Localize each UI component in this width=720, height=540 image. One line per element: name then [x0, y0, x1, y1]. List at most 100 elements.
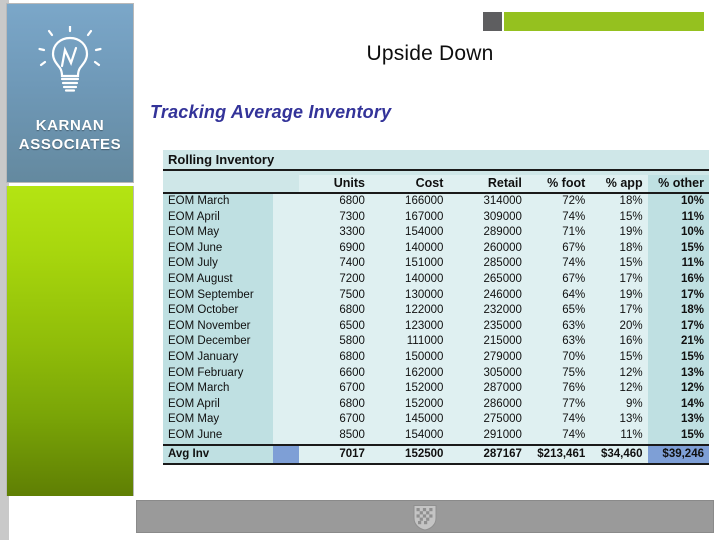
- table-cell: 6700: [299, 381, 370, 397]
- table-cell: 151000: [369, 256, 449, 272]
- table-cell: 154000: [369, 427, 449, 445]
- table-cell: 6500: [299, 318, 370, 335]
- total-cell: $39,246: [647, 443, 709, 465]
- table-title-row: Rolling Inventory: [163, 150, 709, 171]
- total-cell: 7017: [299, 443, 370, 465]
- table-cell: 279000: [448, 349, 527, 366]
- row-label: EOM June: [163, 427, 274, 445]
- table-cell: 13%: [647, 412, 709, 428]
- table-cell: 72%: [526, 193, 591, 210]
- row-gap-cell: [273, 318, 300, 335]
- row-label: EOM April: [163, 209, 274, 226]
- total-cell: 287167: [448, 443, 527, 465]
- table-cell: 13%: [647, 365, 709, 382]
- table-cell: 7200: [299, 271, 370, 288]
- table-cell: 291000: [448, 427, 527, 445]
- table-cell: 6800: [299, 396, 370, 413]
- table-cell: 17%: [647, 318, 709, 335]
- topbar-accent-bar: [504, 12, 704, 31]
- table-cell: 287000: [448, 381, 527, 397]
- column-header-gap: [273, 175, 300, 194]
- table-cell: 12%: [647, 381, 709, 397]
- table-cell: 12%: [590, 365, 648, 382]
- rolling-inventory-table: Rolling Inventory Units Cost Retail % fo…: [163, 150, 709, 465]
- row-gap-cell: [273, 412, 300, 428]
- row-gap-cell: [273, 209, 300, 226]
- table-cell: 215000: [448, 334, 527, 350]
- table-cell: 74%: [526, 209, 591, 226]
- column-header-retail: Retail: [448, 175, 527, 194]
- table-cell: 232000: [448, 303, 527, 319]
- table-body: Rolling Inventory Units Cost Retail % fo…: [163, 150, 709, 465]
- table-cell: 154000: [369, 225, 449, 241]
- row-gap-cell: [273, 287, 300, 304]
- row-gap-cell: [273, 365, 300, 382]
- table-cell: 152000: [369, 396, 449, 413]
- table-cell: 6800: [299, 303, 370, 319]
- table-cell: 77%: [526, 396, 591, 413]
- table-row: EOM April 7300 167000 309000 74% 15% 11%: [163, 209, 709, 226]
- row-gap-cell: [273, 334, 300, 350]
- table-cell: 19%: [590, 287, 648, 304]
- slide-footer-bar: [136, 500, 714, 533]
- brand-name: KARNAN ASSOCIATES: [7, 116, 133, 154]
- table-cell: 17%: [590, 303, 648, 319]
- table-row: EOM December 5800 111000 215000 63% 16% 21%: [163, 334, 709, 350]
- table-cell: 162000: [369, 365, 449, 382]
- table-cell: 67%: [526, 240, 591, 257]
- table-row: EOM June 8500 154000 291000 74% 11% 15%: [163, 427, 709, 445]
- table-cell: 19%: [590, 225, 648, 241]
- table-cell: 123000: [369, 318, 449, 335]
- table-row: EOM July 7400 151000 285000 74% 15% 11%: [163, 256, 709, 272]
- table-cell: 16%: [647, 271, 709, 288]
- table-cell: 15%: [647, 349, 709, 366]
- table-cell: 17%: [590, 271, 648, 288]
- table-cell: 122000: [369, 303, 449, 319]
- table-cell: 260000: [448, 240, 527, 257]
- row-gap-cell: [273, 303, 300, 319]
- total-row-gap-cell: [273, 443, 300, 465]
- row-label: EOM May: [163, 225, 274, 241]
- table-cell: 20%: [590, 318, 648, 335]
- table-cell: 314000: [448, 193, 527, 210]
- green-accent-panel: [6, 186, 134, 496]
- row-label: EOM February: [163, 365, 274, 382]
- table-cell: 67%: [526, 271, 591, 288]
- page-title: Upside Down: [366, 42, 494, 65]
- table-row: EOM November 6500 123000 235000 63% 20% 17%: [163, 318, 709, 335]
- table-cell: 75%: [526, 365, 591, 382]
- row-label: EOM March: [163, 381, 274, 397]
- column-header-cost: Cost: [369, 175, 449, 194]
- row-gap-cell: [273, 193, 300, 210]
- table-cell: 21%: [647, 334, 709, 350]
- table-row: EOM March 6800 166000 314000 72% 18% 10%: [163, 193, 709, 210]
- table-cell: 6600: [299, 365, 370, 382]
- table-cell: 6800: [299, 349, 370, 366]
- table-cell: 9%: [590, 396, 648, 413]
- table-cell: 74%: [526, 412, 591, 428]
- column-header-pct-foot: % foot: [526, 175, 591, 194]
- table-cell: 150000: [369, 349, 449, 366]
- table-header-row: Units Cost Retail % foot % app % other: [163, 175, 709, 194]
- table-cell: 285000: [448, 256, 527, 272]
- table-cell: 11%: [590, 427, 648, 445]
- table-cell: 10%: [647, 193, 709, 210]
- table-cell: 18%: [647, 303, 709, 319]
- column-header-units: Units: [299, 175, 370, 194]
- row-label: EOM June: [163, 240, 274, 257]
- table-cell: 13%: [590, 412, 648, 428]
- table-cell: 7500: [299, 287, 370, 304]
- table-row: EOM February 6600 162000 305000 75% 12% 13%: [163, 365, 709, 382]
- total-cell: 152500: [369, 443, 449, 465]
- table-cell: 18%: [590, 240, 648, 257]
- table-cell: 6700: [299, 412, 370, 428]
- table-cell: 166000: [369, 193, 449, 210]
- table-row: EOM August 7200 140000 265000 67% 17% 16%: [163, 271, 709, 288]
- row-gap-cell: [273, 256, 300, 272]
- page-subtitle: Tracking Average Inventory: [150, 102, 392, 122]
- table-cell: 6900: [299, 240, 370, 257]
- table-cell: 63%: [526, 334, 591, 350]
- table-total-row: Avg Inv 7017 152500 287167 $213,461 $34,460 $3…: [163, 443, 709, 465]
- row-gap-cell: [273, 381, 300, 397]
- table-cell: 265000: [448, 271, 527, 288]
